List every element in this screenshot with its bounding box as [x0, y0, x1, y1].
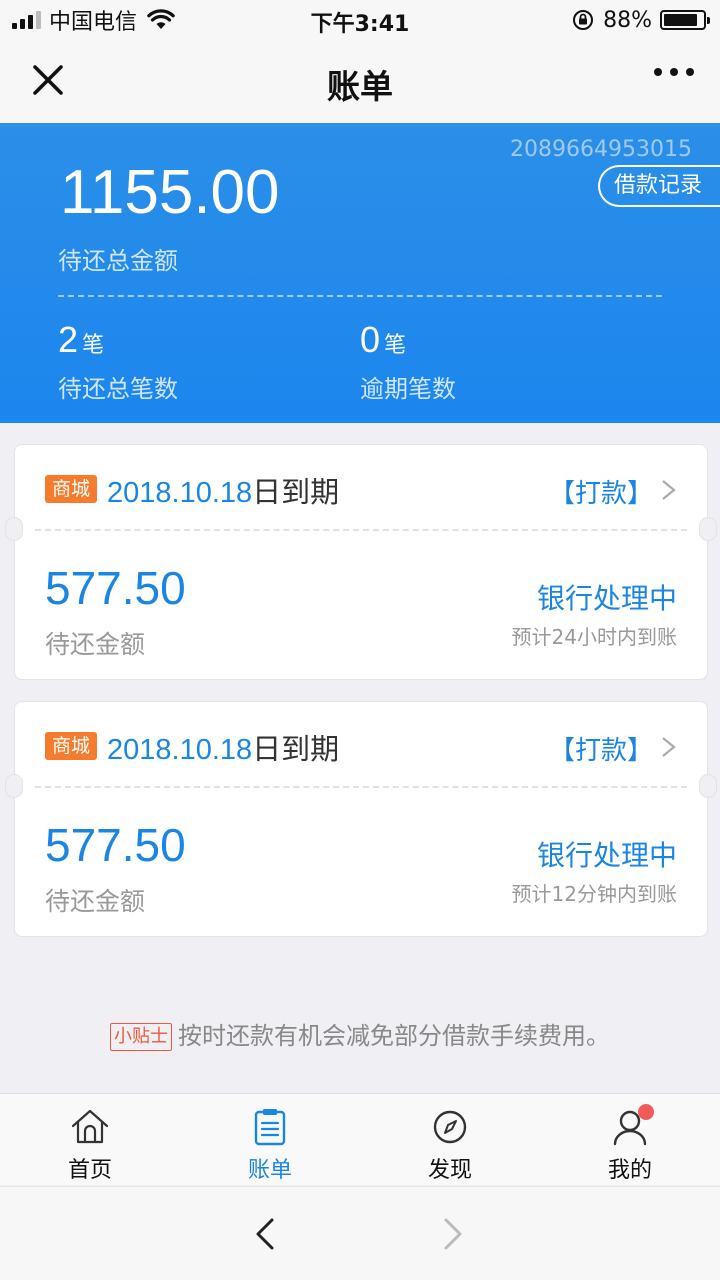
bill-card[interactable]: 商城 2018.10.18日到期 【打款】 577.50 待还金额 银行处理中 …: [5, 444, 717, 680]
bill-summary: 2089664953015 借款记录 1155.00 待还总金额 2笔 待还总笔…: [0, 123, 720, 423]
chevron-right-icon[interactable]: [661, 736, 677, 758]
bill-eta: 预计24小时内到账: [511, 625, 677, 649]
overdue-count: 0笔: [360, 319, 407, 360]
pending-count: 2笔: [58, 319, 105, 360]
total-amount: 1155.00: [60, 158, 280, 227]
due-date: 2018.10.18日到期: [107, 732, 340, 766]
account-number: 2089664953015: [510, 137, 692, 162]
notification-dot: [638, 1104, 654, 1120]
bill-amount: 577.50: [45, 562, 186, 614]
carrier-name: 中国电信: [49, 10, 138, 35]
tab-discover[interactable]: 发现: [360, 1094, 540, 1185]
home-icon: [71, 1109, 109, 1144]
pay-button[interactable]: 【打款】: [549, 730, 653, 767]
chevron-right-icon[interactable]: [661, 479, 677, 501]
back-icon[interactable]: [252, 1217, 276, 1251]
page-title: 账单: [327, 67, 393, 106]
total-amount-label: 待还总金额: [58, 247, 178, 275]
tab-mine[interactable]: 我的: [540, 1094, 720, 1185]
pay-button[interactable]: 【打款】: [549, 473, 653, 510]
nav-bar: 账单: [0, 40, 720, 123]
bill-amount-label: 待还金额: [45, 630, 146, 659]
loan-records-button[interactable]: 借款记录: [597, 165, 720, 207]
tab-bill[interactable]: 账单: [180, 1094, 360, 1185]
battery-percent: 88%: [603, 7, 652, 33]
bill-card[interactable]: 商城 2018.10.18日到期 【打款】 577.50 待还金额 银行处理中 …: [5, 701, 717, 937]
rotation-lock-icon: [573, 10, 594, 30]
wifi-icon: [147, 9, 175, 29]
bill-status: 银行处理中: [536, 839, 677, 872]
browser-toolbar: [0, 1186, 720, 1280]
bill-amount-label: 待还金额: [45, 887, 146, 916]
bill-icon: [254, 1109, 286, 1146]
compass-icon: [433, 1110, 467, 1144]
signal-icon: [12, 11, 41, 29]
forward-icon[interactable]: [442, 1217, 466, 1251]
bill-amount: 577.50: [45, 819, 186, 871]
tab-bar: 首页 账单 发现 我的: [0, 1093, 720, 1185]
status-bar: 中国电信 下午3:41 88%: [0, 0, 720, 40]
pending-count-label: 待还总笔数: [58, 375, 178, 403]
bill-eta: 预计12分钟内到账: [511, 882, 677, 906]
tip-message: 小贴士 按时还款有机会减免部分借款手续费用。: [0, 1016, 720, 1051]
summary-divider: [58, 295, 662, 297]
tip-badge: 小贴士: [110, 1023, 172, 1051]
overdue-count-label: 逾期笔数: [360, 375, 456, 403]
mall-tag: 商城: [45, 732, 98, 760]
tip-text: 按时还款有机会减免部分借款手续费用。: [178, 1022, 610, 1050]
mall-tag: 商城: [45, 475, 98, 503]
more-icon[interactable]: [654, 68, 694, 76]
due-date: 2018.10.18日到期: [107, 475, 340, 509]
tab-home[interactable]: 首页: [0, 1094, 180, 1185]
bill-status: 银行处理中: [536, 582, 677, 615]
battery-icon: [660, 10, 710, 30]
